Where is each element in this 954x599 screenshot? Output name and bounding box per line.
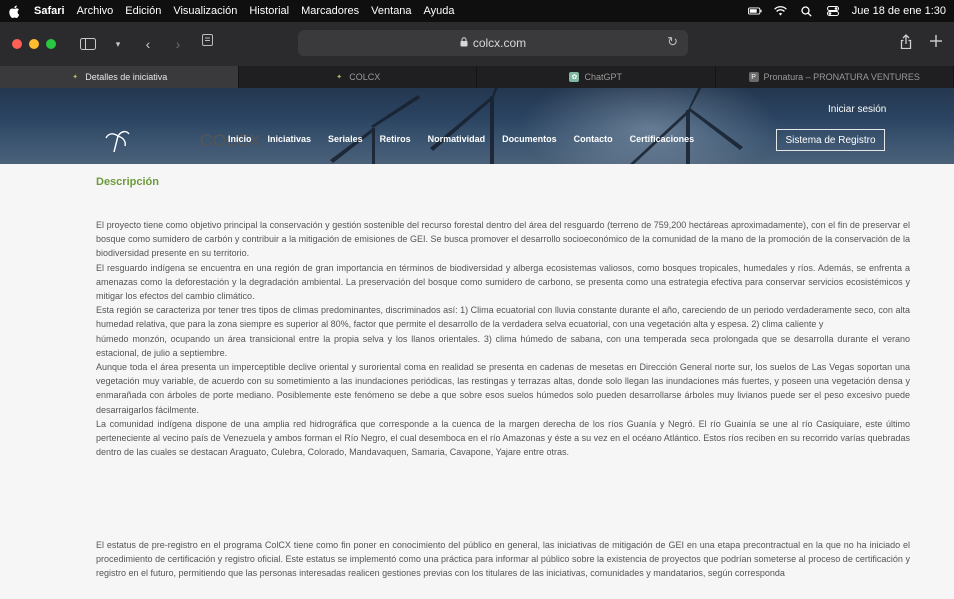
- chevron-down-icon[interactable]: ▾: [106, 34, 130, 54]
- menu-ventana[interactable]: Ventana: [371, 5, 411, 17]
- control-center-icon[interactable]: [826, 5, 840, 17]
- tab-chatgpt[interactable]: ✿ ChatGPT: [477, 66, 716, 88]
- back-arrow-icon[interactable]: ‹: [136, 34, 160, 54]
- menu-historial[interactable]: Historial: [249, 5, 289, 17]
- nav-seriales[interactable]: Seriales: [328, 134, 363, 144]
- battery-icon[interactable]: [747, 5, 762, 17]
- forward-arrow-icon[interactable]: ›: [166, 34, 190, 54]
- spotlight-search-icon[interactable]: [800, 5, 814, 17]
- nav-certificaciones[interactable]: Certificaciones: [630, 134, 695, 144]
- lock-icon: [460, 36, 468, 50]
- menu-visualizacion[interactable]: Visualización: [173, 5, 237, 17]
- chatgpt-icon: ✿: [569, 72, 580, 82]
- new-tab-icon[interactable]: [930, 34, 942, 53]
- menu-bar: Safari Archivo Edición Visualización His…: [0, 0, 954, 22]
- menu-app-safari[interactable]: Safari: [34, 5, 65, 17]
- minimize-window-button[interactable]: [29, 39, 39, 49]
- menu-ayuda[interactable]: Ayuda: [424, 5, 455, 17]
- leaf-icon: ✦: [336, 74, 343, 81]
- site-header: COLCX Inicio Iniciativas Seriales Retiro…: [0, 88, 954, 164]
- pronatura-icon: P: [748, 72, 759, 82]
- window-controls: [12, 39, 56, 49]
- close-window-button[interactable]: [12, 39, 22, 49]
- login-link[interactable]: Iniciar sesión: [828, 104, 886, 115]
- nav-normatividad[interactable]: Normatividad: [428, 134, 486, 144]
- tab-label: COLCX: [349, 72, 381, 82]
- tab-detalles-iniciativa[interactable]: ✦ Detalles de iniciativa: [0, 66, 239, 88]
- address-bar[interactable]: colcx.com ↻: [202, 30, 688, 56]
- menu-clock[interactable]: Jue 18 de ene 1:30: [852, 5, 946, 17]
- browser-toolbar: ▾ ‹ › colcx.com ↻: [0, 22, 954, 66]
- description-paragraph-1: El proyecto tiene como objetivo principa…: [96, 218, 910, 459]
- address-text: colcx.com: [472, 36, 527, 50]
- tab-pronatura[interactable]: P Pronatura – PRONATURA VENTURES: [716, 66, 954, 88]
- menu-archivo[interactable]: Archivo: [77, 5, 114, 17]
- nav-inicio[interactable]: Inicio: [228, 134, 252, 144]
- nav-contacto[interactable]: Contacto: [574, 134, 613, 144]
- pre-registro-text: El estatus de pre-registro en el program…: [96, 540, 910, 579]
- tab-colcx[interactable]: ✦ COLCX: [239, 66, 477, 88]
- menu-edicion[interactable]: Edición: [125, 5, 161, 17]
- nav-iniciativas[interactable]: Iniciativas: [268, 134, 312, 144]
- share-icon[interactable]: [900, 34, 912, 53]
- main-content: Descripción El proyecto tiene como objet…: [0, 164, 954, 599]
- nav-documentos[interactable]: Documentos: [502, 134, 557, 144]
- apple-icon[interactable]: [8, 4, 20, 18]
- description-text: El proyecto tiene como objetivo principa…: [96, 220, 910, 458]
- reader-mode-icon[interactable]: [202, 34, 213, 49]
- tab-label: Pronatura – PRONATURA VENTURES: [763, 72, 920, 82]
- menu-marcadores[interactable]: Marcadores: [301, 5, 359, 17]
- tab-bar: ✦ Detalles de iniciativa ✦ COLCX ✿ ChatG…: [0, 66, 954, 88]
- sidebar-toggle-icon[interactable]: [76, 34, 100, 54]
- zoom-window-button[interactable]: [46, 39, 56, 49]
- colcx-logo[interactable]: COLCX: [104, 128, 261, 154]
- colcx-logo-icon: [105, 130, 130, 153]
- reload-icon[interactable]: ↻: [667, 34, 678, 50]
- registro-button[interactable]: Sistema de Registro: [776, 129, 885, 151]
- wifi-icon[interactable]: [774, 5, 788, 17]
- main-nav: Inicio Iniciativas Seriales Retiros Norm…: [228, 134, 694, 144]
- section-title: Descripción: [96, 176, 159, 188]
- tab-label: Detalles de iniciativa: [85, 72, 168, 82]
- tab-label: ChatGPT: [584, 72, 622, 82]
- wind-turbines-background: [330, 88, 743, 164]
- description-paragraph-2: El estatus de pre-registro en el program…: [96, 538, 910, 581]
- leaf-icon: ✦: [72, 74, 79, 81]
- nav-retiros[interactable]: Retiros: [380, 134, 411, 144]
